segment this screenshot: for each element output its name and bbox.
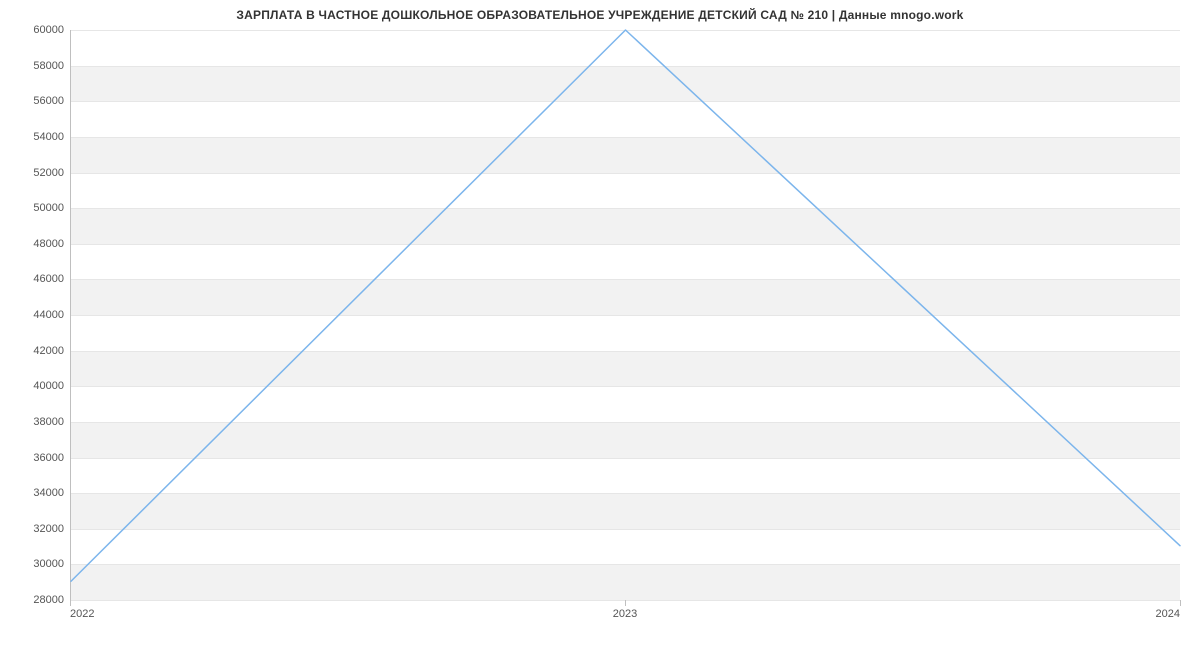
x-tick-label: 2023	[613, 608, 637, 620]
y-tick-label: 30000	[4, 558, 64, 570]
x-tick-mark	[625, 600, 626, 606]
y-tick-label: 46000	[4, 273, 64, 285]
x-tick-mark	[1180, 600, 1181, 606]
y-tick-label: 60000	[4, 24, 64, 36]
y-tick-label: 32000	[4, 523, 64, 535]
x-tick-mark	[70, 600, 71, 606]
x-tick-label: 2022	[70, 608, 94, 620]
y-tick-label: 48000	[4, 238, 64, 250]
y-tick-label: 56000	[4, 95, 64, 107]
y-tick-label: 58000	[4, 60, 64, 72]
y-tick-label: 54000	[4, 131, 64, 143]
y-tick-label: 38000	[4, 416, 64, 428]
y-tick-label: 42000	[4, 345, 64, 357]
y-tick-label: 44000	[4, 309, 64, 321]
y-tick-label: 40000	[4, 380, 64, 392]
y-tick-label: 34000	[4, 487, 64, 499]
chart-title: ЗАРПЛАТА В ЧАСТНОЕ ДОШКОЛЬНОЕ ОБРАЗОВАТЕ…	[0, 8, 1200, 22]
y-tick-label: 52000	[4, 167, 64, 179]
series-line	[71, 30, 1180, 581]
y-tick-label: 36000	[4, 452, 64, 464]
y-tick-label: 50000	[4, 202, 64, 214]
line-layer	[71, 30, 1180, 599]
chart-container: ЗАРПЛАТА В ЧАСТНОЕ ДОШКОЛЬНОЕ ОБРАЗОВАТЕ…	[0, 0, 1200, 650]
y-tick-label: 28000	[4, 594, 64, 606]
plot-area	[70, 30, 1180, 600]
x-tick-label: 2024	[1156, 608, 1180, 620]
